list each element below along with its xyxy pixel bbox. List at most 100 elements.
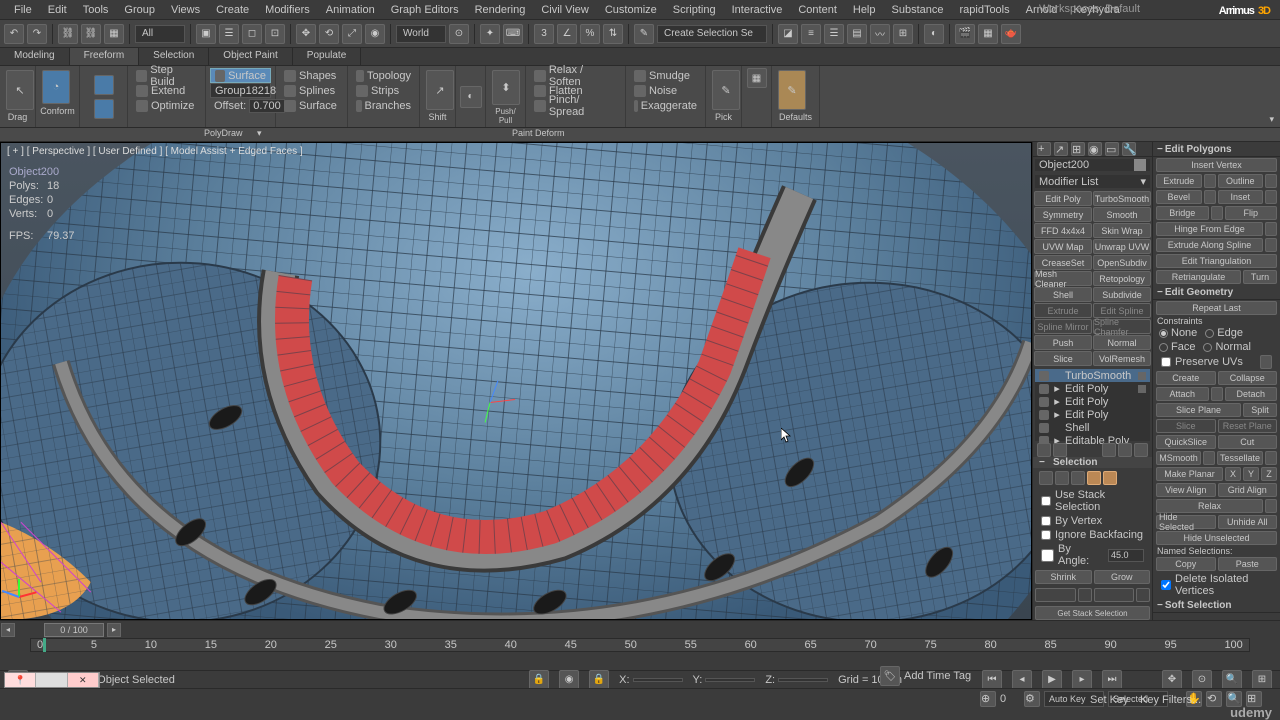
conform-button[interactable]: ◔ (42, 70, 70, 104)
material-editor-button[interactable]: ◐ (924, 24, 944, 44)
unlink-button[interactable]: ⛓ (81, 24, 101, 44)
schematic-button[interactable]: ⊞ (893, 24, 913, 44)
y-coord[interactable] (705, 678, 755, 682)
conform-opt1[interactable] (94, 75, 114, 95)
preserveuvs-checkbox[interactable]: Preserve UVs (1153, 354, 1280, 370)
relax-settings[interactable] (1265, 499, 1277, 513)
stack-editpoly3[interactable]: ▸Edit Poly (1035, 408, 1150, 421)
ribbon-tab-freeform[interactable]: Freeform (70, 48, 140, 65)
toggle-ribbon-button[interactable]: ▤ (847, 24, 867, 44)
splines-button[interactable]: Splines (280, 83, 343, 98)
split-button[interactable]: Split (1243, 403, 1277, 417)
move-button[interactable]: ✥ (296, 24, 316, 44)
viewport-orbit-button[interactable]: ⟲ (1206, 691, 1222, 707)
setkey-button[interactable]: Set Key (1090, 694, 1136, 706)
getstacksel-button[interactable]: Get Stack Selection (1035, 606, 1150, 620)
modify-tab-icon[interactable]: ↗ (1054, 142, 1068, 156)
surface2-button[interactable]: Surface (280, 98, 343, 113)
menu-help[interactable]: Help (845, 2, 884, 18)
rotate-button[interactable]: ⟲ (319, 24, 339, 44)
stack-shell[interactable]: Shell (1035, 421, 1150, 434)
x-coord[interactable] (633, 678, 683, 682)
shell-preset[interactable]: Shell (1034, 287, 1092, 302)
sliceplane-button[interactable]: Slice Plane (1156, 403, 1241, 417)
extrude-settings[interactable] (1204, 174, 1216, 188)
outline-button[interactable]: Outline (1218, 174, 1264, 188)
time-ruler[interactable]: 0510152025303540455055606570758085909510… (30, 638, 1250, 652)
byangle-input[interactable] (1108, 549, 1144, 562)
border-level-button[interactable] (1071, 471, 1085, 485)
menu-rendering[interactable]: Rendering (467, 2, 534, 18)
layers-button[interactable]: ☰ (824, 24, 844, 44)
loop-spinner[interactable] (1136, 588, 1150, 602)
polygon-level-button[interactable] (1087, 471, 1101, 485)
element-level-button[interactable] (1103, 471, 1117, 485)
uvwmap-preset[interactable]: UVW Map (1034, 239, 1092, 254)
bind-button[interactable]: ▦ (104, 24, 124, 44)
planar-z[interactable]: Z (1261, 467, 1277, 481)
ribbon-tab-modeling[interactable]: Modeling (0, 48, 70, 65)
edit-named-sel-button[interactable]: ✎ (634, 24, 654, 44)
shift-button[interactable]: ↗ (426, 70, 454, 110)
render-setup-button[interactable]: 🎬 (955, 24, 975, 44)
selection-lock-button[interactable]: 🔒 (589, 670, 609, 690)
hidesel-button[interactable]: Hide Selected (1156, 515, 1216, 529)
menu-customize[interactable]: Customize (597, 2, 665, 18)
viewport-nav3[interactable]: 🔍 (1222, 670, 1242, 690)
isolate-button[interactable]: ◉ (559, 670, 579, 690)
timetag-label[interactable]: Add Time Tag (904, 670, 971, 682)
turbosmooth-preset[interactable]: TurboSmooth (1093, 191, 1151, 206)
ribbon-expand[interactable]: ▾ (1269, 114, 1274, 125)
lock-button[interactable]: 🔒 (529, 670, 549, 690)
display-tab-icon[interactable]: ▭ (1105, 142, 1119, 156)
ribbon-tab-objectpaint[interactable]: Object Paint (209, 48, 292, 65)
menu-interactive[interactable]: Interactive (724, 2, 791, 18)
pick-button[interactable]: ✎ (712, 70, 740, 110)
turn-button[interactable]: Turn (1243, 270, 1277, 284)
flip-button[interactable]: Flip (1225, 206, 1278, 220)
ref-coord-system[interactable]: World (396, 25, 446, 43)
use-center-button[interactable]: ⊙ (449, 24, 469, 44)
viewalign-button[interactable]: View Align (1156, 483, 1216, 497)
play-button[interactable]: ▶ (1042, 670, 1062, 690)
keyfilters-button[interactable]: Key Filters... (1140, 694, 1201, 706)
render-button[interactable]: 🫖 (1001, 24, 1021, 44)
select-name-button[interactable]: ☰ (219, 24, 239, 44)
unhideall-button[interactable]: Unhide All (1218, 515, 1278, 529)
conform-opt2[interactable] (94, 99, 114, 119)
select-manipulate-button[interactable]: ✦ (480, 24, 500, 44)
pinch-button[interactable]: Pinch/ Spread (530, 98, 621, 113)
shrink-button[interactable]: Shrink (1035, 570, 1092, 584)
key-mode-button[interactable]: ⊕ (980, 691, 996, 707)
retopo-preset[interactable]: Retopology (1093, 271, 1151, 286)
prev-frame-button[interactable]: ◂ (1, 623, 15, 637)
current-frame-input[interactable]: 0 (1000, 693, 1020, 705)
angle-snap-button[interactable]: ∠ (557, 24, 577, 44)
make-unique-button[interactable] (1102, 443, 1116, 457)
quickslice-button[interactable]: QuickSlice (1156, 435, 1216, 449)
selection-rollout-header[interactable]: Selection (1033, 457, 1152, 468)
create-tab-icon[interactable]: + (1037, 142, 1051, 156)
editpoly-preset[interactable]: Edit Poly (1034, 191, 1092, 206)
smooth-preset[interactable]: Smooth (1093, 207, 1151, 222)
collapse-button[interactable]: Collapse (1218, 371, 1278, 385)
curve-editor-button[interactable]: 〰 (870, 24, 890, 44)
redo-button[interactable]: ↷ (27, 24, 47, 44)
goto-start-button[interactable]: ⏮ (982, 670, 1002, 690)
tessellate-button[interactable]: Tessellate (1217, 451, 1263, 465)
next-key-button[interactable]: ▸ (1072, 670, 1092, 690)
select-object-button[interactable]: ▣ (196, 24, 216, 44)
hinge-settings[interactable] (1265, 222, 1277, 236)
viewport-nav4[interactable]: ⊞ (1252, 670, 1272, 690)
splinechamf-preset[interactable]: Spline Chamfer (1093, 319, 1151, 334)
motion-tab-icon[interactable]: ◉ (1088, 142, 1102, 156)
gridalign-button[interactable]: Grid Align (1218, 483, 1278, 497)
constraint-face[interactable]: Face (1159, 341, 1195, 353)
optimize-button[interactable]: Optimize (132, 98, 201, 113)
config-button[interactable] (1134, 443, 1148, 457)
byangle-checkbox[interactable] (1041, 549, 1054, 562)
bridge-settings[interactable] (1211, 206, 1223, 220)
drag-button[interactable]: ↖ (6, 70, 34, 110)
unwrap-preset[interactable]: Unwrap UVW (1093, 239, 1151, 254)
stack-editpoly1[interactable]: ▸Edit Poly (1035, 382, 1150, 395)
